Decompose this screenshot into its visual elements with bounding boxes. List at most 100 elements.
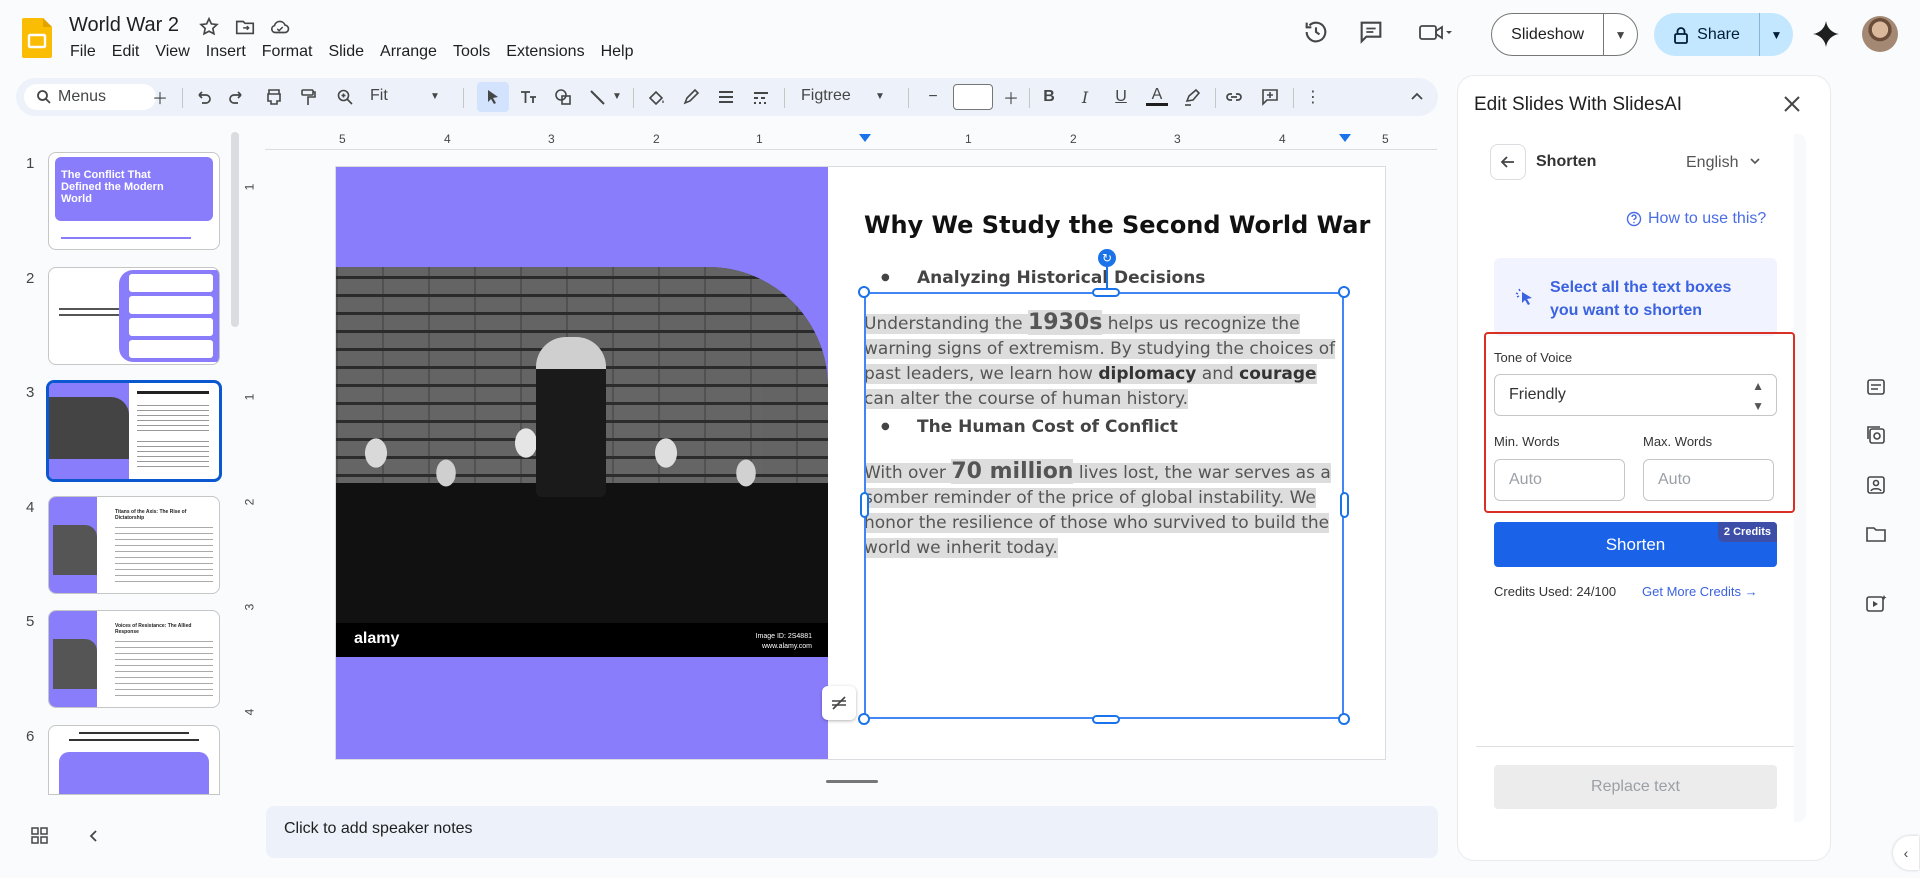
language-select[interactable]: English <box>1686 154 1761 172</box>
shape-icon[interactable] <box>552 86 574 108</box>
highlight-color-icon[interactable] <box>1181 86 1203 108</box>
italic-icon[interactable]: I <box>1074 86 1096 108</box>
slide-thumbnail-3-selected[interactable] <box>46 380 222 482</box>
collapse-filmstrip-icon[interactable] <box>86 828 102 844</box>
share-main[interactable]: Share <box>1654 13 1760 56</box>
replace-text-button[interactable]: Replace text <box>1494 765 1777 809</box>
resize-handle-bottom-left[interactable] <box>858 713 870 725</box>
slides-logo-icon[interactable] <box>22 18 52 58</box>
font-size-input[interactable] <box>953 84 993 110</box>
zoom-dropdown-icon[interactable]: ▼ <box>430 91 440 102</box>
redo-icon[interactable] <box>226 86 248 108</box>
cloud-status-icon[interactable] <box>269 16 291 38</box>
meet-camera-icon[interactable] <box>1418 18 1454 46</box>
menu-insert[interactable]: Insert <box>198 42 254 62</box>
zoom-select[interactable]: Fit <box>370 87 388 105</box>
slideshow-button[interactable]: Slideshow ▼ <box>1491 13 1638 56</box>
increase-font-size-icon[interactable]: ＋ <box>1000 86 1022 108</box>
bold-icon[interactable]: B <box>1038 86 1060 108</box>
slideshow-dropdown-icon[interactable]: ▼ <box>1604 28 1637 42</box>
resize-handle-top[interactable] <box>1092 288 1120 297</box>
rotate-handle-icon[interactable]: ↻ <box>1098 249 1116 267</box>
move-folder-icon[interactable] <box>234 16 256 38</box>
expand-rail-icon[interactable]: ‹ <box>1893 836 1919 870</box>
back-button[interactable] <box>1490 144 1526 180</box>
undo-icon[interactable] <box>192 86 214 108</box>
version-history-icon[interactable] <box>1302 18 1330 46</box>
more-options-icon[interactable]: ⋮ <box>1302 86 1324 108</box>
slide-thumbnail-4[interactable]: Titans of the Axis: The Rise of Dictator… <box>48 496 220 594</box>
bullet-heading-1[interactable]: Analyzing Historical Decisions <box>881 268 1205 288</box>
grid-view-icon[interactable] <box>30 826 50 846</box>
speaker-notes[interactable]: Click to add speaker notes <box>266 806 1438 858</box>
max-words-input[interactable]: Auto <box>1643 459 1774 501</box>
menus-search[interactable]: Menus <box>24 84 156 110</box>
gemini-sparkle-icon[interactable] <box>1812 20 1840 48</box>
border-color-icon[interactable] <box>680 86 702 108</box>
slide-photo[interactable]: alamy Image ID: 2S4881 www.alamy.com <box>336 267 828 657</box>
text-box-selection[interactable] <box>864 292 1344 719</box>
resize-handle-left[interactable] <box>860 492 869 518</box>
tone-select[interactable]: Friendly ▲ ▼ <box>1494 374 1777 416</box>
close-icon[interactable] <box>1780 92 1804 116</box>
menu-file[interactable]: File <box>62 42 104 62</box>
menu-edit[interactable]: Edit <box>104 42 148 62</box>
menu-arrange[interactable]: Arrange <box>372 42 445 62</box>
menu-tools[interactable]: Tools <box>445 42 498 62</box>
print-icon[interactable] <box>263 86 285 108</box>
fill-color-icon[interactable] <box>645 86 667 108</box>
slide-thumbnail-5[interactable]: Voices of Resistance: The Allied Respons… <box>48 610 220 708</box>
image-edit-icon[interactable] <box>1864 473 1888 497</box>
avatar[interactable] <box>1862 16 1898 52</box>
underline-icon[interactable]: U <box>1110 86 1132 108</box>
add-comment-icon[interactable] <box>1259 86 1281 108</box>
menu-slide[interactable]: Slide <box>320 42 372 62</box>
notes-icon[interactable] <box>1864 375 1888 399</box>
resize-handle-bottom-right[interactable] <box>1338 713 1350 725</box>
min-words-input[interactable]: Auto <box>1494 459 1625 501</box>
comments-icon[interactable] <box>1357 18 1385 46</box>
text-box-icon[interactable] <box>517 86 539 108</box>
collapse-toolbar-icon[interactable] <box>1406 86 1428 108</box>
horizontal-ruler[interactable]: 5 4 3 2 1 1 2 3 4 5 <box>265 128 1437 150</box>
line-icon[interactable] <box>587 86 609 108</box>
zoom-icon[interactable] <box>334 86 356 108</box>
document-title[interactable]: World War 2 <box>69 14 179 37</box>
share-button[interactable]: Share ▼ <box>1654 13 1793 56</box>
slideshow-label[interactable]: Slideshow <box>1492 14 1605 55</box>
notes-resize-handle[interactable] <box>826 780 878 783</box>
help-link[interactable]: How to use this? <box>1626 210 1766 228</box>
menu-view[interactable]: View <box>147 42 197 62</box>
right-indent-marker[interactable] <box>1339 134 1351 142</box>
menu-help[interactable]: Help <box>593 42 642 62</box>
vertical-ruler[interactable]: 1 1 2 3 4 <box>242 150 264 790</box>
slide-thumbnail-2[interactable] <box>48 267 220 365</box>
resize-handle-bottom[interactable] <box>1092 715 1120 724</box>
line-dropdown-icon[interactable]: ▼ <box>612 91 622 102</box>
resize-handle-top-right[interactable] <box>1338 286 1350 298</box>
border-weight-icon[interactable] <box>715 86 737 108</box>
slide-canvas[interactable]: alamy Image ID: 2S4881 www.alamy.com Why… <box>336 167 1385 759</box>
share-dropdown-icon[interactable]: ▼ <box>1760 28 1793 42</box>
left-indent-marker[interactable] <box>859 134 871 142</box>
insert-link-icon[interactable] <box>1223 86 1245 108</box>
shorten-button[interactable]: Shorten 2 Credits <box>1494 522 1777 567</box>
filmstrip-scrollbar[interactable] <box>231 132 239 327</box>
resize-handle-right[interactable] <box>1340 492 1349 518</box>
resize-handle-top-left[interactable] <box>858 286 870 298</box>
decrease-font-size-icon[interactable]: − <box>922 86 944 108</box>
get-more-credits-link[interactable]: Get More Credits → <box>1642 584 1758 599</box>
star-icon[interactable] <box>198 16 220 38</box>
folder-icon[interactable] <box>1864 522 1888 546</box>
menu-format[interactable]: Format <box>254 42 321 62</box>
slides-ai-addon-icon[interactable] <box>1864 592 1888 616</box>
autofit-options-icon[interactable] <box>822 686 856 720</box>
paint-format-icon[interactable] <box>297 86 319 108</box>
slide-thumbnail-1[interactable]: The Conflict That Defined the Modern Wor… <box>48 152 220 250</box>
new-slide-icon[interactable]: ＋ <box>149 86 171 108</box>
font-dropdown-icon[interactable]: ▼ <box>875 91 885 102</box>
slide-title[interactable]: Why We Study the Second World War <box>864 211 1370 239</box>
slide-thumbnail-6[interactable] <box>48 725 220 795</box>
border-dash-icon[interactable] <box>750 86 772 108</box>
select-cursor-icon[interactable] <box>482 86 504 108</box>
